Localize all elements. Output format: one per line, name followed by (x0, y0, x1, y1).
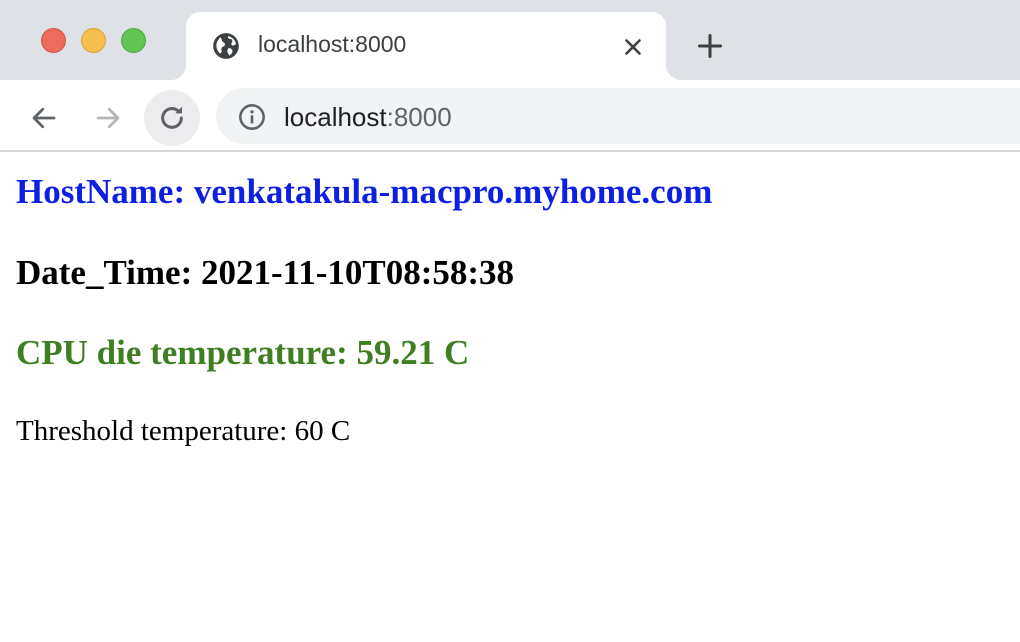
threshold-text: Threshold temperature: 60 C (16, 415, 351, 447)
active-tab[interactable]: localhost:8000 (170, 12, 682, 80)
tab-title: localhost:8000 (258, 31, 407, 57)
window-zoom-button[interactable] (121, 28, 146, 53)
back-button[interactable] (16, 90, 72, 146)
globe-icon (213, 33, 239, 59)
datetime-heading: Date_Time: 2021-11-10T08:58:38 (16, 253, 515, 292)
url-host: localhost (284, 102, 387, 132)
tab-strip: localhost:8000 (0, 0, 1020, 80)
address-bar[interactable]: localhost:8000 (216, 88, 1020, 144)
window-close-button[interactable] (41, 28, 66, 53)
window-minimize-button[interactable] (81, 28, 106, 53)
url-port: :8000 (386, 102, 452, 132)
browser-toolbar: localhost:8000 (0, 80, 1020, 152)
cpu-temperature-heading: CPU die temperature: 59.21 C (16, 333, 470, 372)
forward-button[interactable] (80, 90, 136, 146)
url-text[interactable]: localhost:8000 (284, 102, 452, 133)
hostname-heading: HostName: venkatakula-macpro.myhome.com (16, 172, 713, 211)
reload-button[interactable] (144, 90, 200, 146)
close-icon[interactable] (620, 34, 646, 60)
arrow-right-icon (96, 107, 120, 129)
info-icon[interactable] (238, 103, 266, 131)
arrow-left-icon (32, 107, 56, 129)
plus-icon[interactable] (696, 32, 724, 60)
reload-icon (161, 106, 183, 129)
